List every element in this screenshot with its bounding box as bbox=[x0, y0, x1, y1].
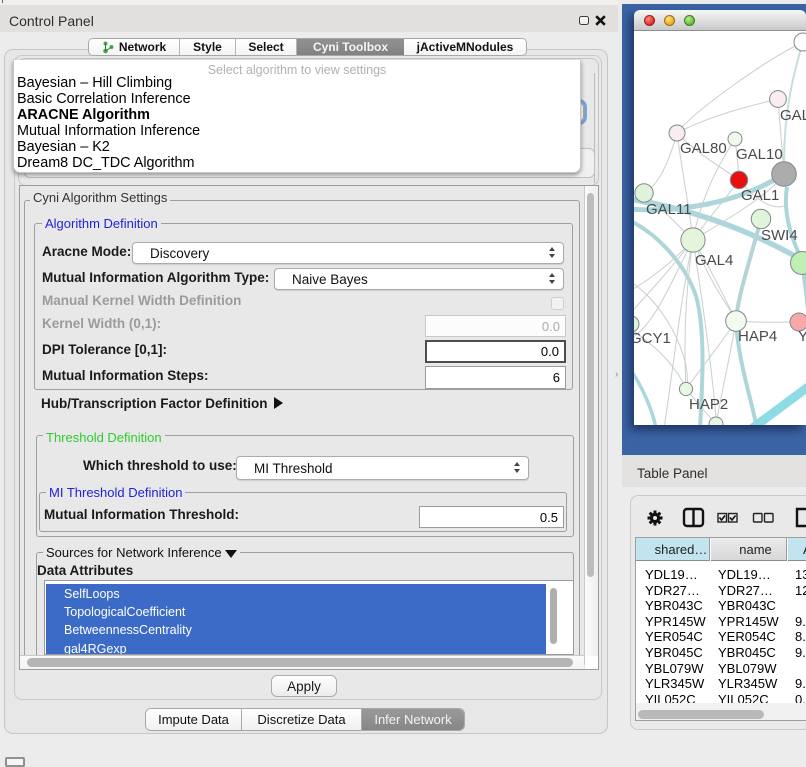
svg-text:SWI4: SWI4 bbox=[761, 227, 798, 244]
svg-text:GAL: GAL bbox=[780, 107, 806, 124]
svg-text:GAL4: GAL4 bbox=[695, 252, 733, 269]
svg-text:HAP2: HAP2 bbox=[689, 396, 728, 413]
svg-text:GAL10: GAL10 bbox=[736, 146, 783, 163]
svg-text:GAL1: GAL1 bbox=[741, 187, 779, 204]
svg-text:GAL11: GAL11 bbox=[646, 201, 692, 218]
svg-text:Y: Y bbox=[798, 328, 806, 345]
svg-text:HAP4: HAP4 bbox=[738, 328, 777, 345]
svg-text:GCY1: GCY1 bbox=[634, 330, 671, 347]
svg-text:GAL80: GAL80 bbox=[680, 140, 727, 157]
